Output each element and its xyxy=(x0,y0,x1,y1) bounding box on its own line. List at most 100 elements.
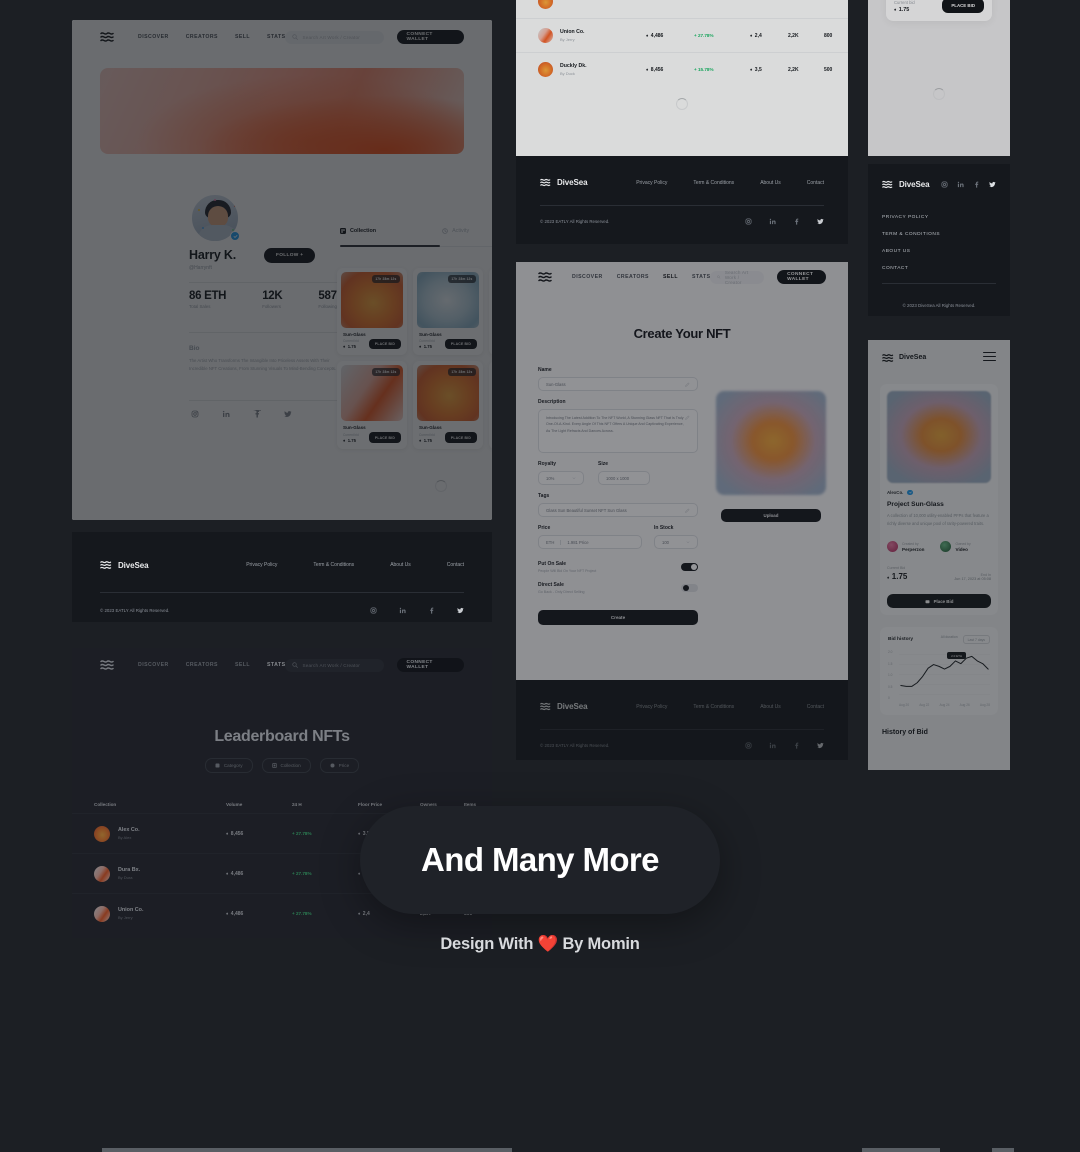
creator-row[interactable]: AlexCo. xyxy=(887,489,991,496)
footer-link-contact[interactable]: CONTACT xyxy=(882,266,996,271)
nft-card[interactable]: 17h 28m 12s Sun-Glass Current bid1.75PLA… xyxy=(337,268,407,356)
footer-link-about[interactable]: About Us xyxy=(760,180,781,186)
place-bid-button[interactable]: PLACE BID xyxy=(368,339,401,350)
twitter-icon[interactable] xyxy=(457,607,464,614)
instagram-icon[interactable] xyxy=(745,218,752,225)
twitter-icon[interactable] xyxy=(989,181,996,188)
twitter-icon[interactable] xyxy=(817,742,824,749)
place-bid-button[interactable]: PLACE BID xyxy=(444,339,477,350)
nav-item-stats[interactable]: STATS xyxy=(692,274,710,280)
nft-card[interactable]: 17h 28m 12s Sun-Glass Current bid1.75PLA… xyxy=(337,361,407,449)
chip-category[interactable]: Category xyxy=(204,758,253,773)
footer-logo[interactable]: DiveSea xyxy=(540,178,588,187)
chip-price[interactable]: Price xyxy=(319,758,360,773)
twitter-icon[interactable] xyxy=(284,410,292,418)
table-row[interactable] xyxy=(516,0,848,18)
pencil-icon[interactable] xyxy=(685,507,690,513)
col-collection[interactable]: Collection xyxy=(94,802,226,807)
facebook-icon[interactable] xyxy=(793,218,800,225)
hamburger-icon[interactable] xyxy=(983,352,996,364)
footer-link-terms[interactable]: Term & Conditions xyxy=(693,180,734,186)
place-bid-button[interactable]: PLACE BID xyxy=(942,0,984,13)
search-input[interactable]: Search Art Work / Creator xyxy=(285,658,384,672)
direct-sale-toggle[interactable] xyxy=(681,583,698,593)
wave-logo-icon[interactable] xyxy=(100,31,116,43)
nav-item-creators[interactable]: CREATORS xyxy=(186,662,218,668)
royalty-select[interactable]: 10% xyxy=(538,471,584,485)
put-on-sale-toggle[interactable] xyxy=(681,562,698,572)
facebook-icon[interactable] xyxy=(973,181,980,188)
footer-link-contact[interactable]: Contact xyxy=(807,180,824,186)
stock-select[interactable]: 100 xyxy=(654,535,698,549)
create-button[interactable]: Create xyxy=(538,610,698,625)
tab-activity[interactable]: Activity xyxy=(442,228,469,234)
nav-item-creators[interactable]: CREATORS xyxy=(617,274,649,280)
footer-link-terms[interactable]: Term & Conditions xyxy=(313,562,354,568)
footer-link-about[interactable]: ABOUT US xyxy=(882,249,996,254)
pencil-icon[interactable] xyxy=(685,415,690,420)
facebook-icon[interactable] xyxy=(428,607,435,614)
place-bid-button[interactable]: Place Bid xyxy=(887,594,991,609)
facebook-icon[interactable] xyxy=(253,410,261,418)
nav-item-sell[interactable]: SELL xyxy=(235,662,250,668)
mobile-logo[interactable]: DiveSea xyxy=(882,353,926,363)
facebook-icon[interactable] xyxy=(793,742,800,749)
description-field[interactable]: Introducing The Latest Addition To The N… xyxy=(538,409,698,453)
range-all[interactable]: All duration xyxy=(941,635,958,644)
linkedin-icon[interactable] xyxy=(222,410,230,418)
instagram-icon[interactable] xyxy=(370,607,377,614)
nft-card[interactable]: 17h 28m 12s Sun-Glass Current bid1.75PLA… xyxy=(489,268,492,356)
instagram-icon[interactable] xyxy=(941,181,948,188)
footer-link-privacy[interactable]: Privacy Policy xyxy=(246,562,277,568)
wave-logo-icon[interactable] xyxy=(100,659,116,671)
linkedin-icon[interactable] xyxy=(769,218,776,225)
nav-item-sell[interactable]: SELL xyxy=(235,34,250,40)
price-currency[interactable]: ETH xyxy=(546,539,562,545)
linkedin-icon[interactable] xyxy=(769,742,776,749)
follow-button[interactable]: FOLLOW + xyxy=(264,248,316,263)
owner-card[interactable]: Owned by Video xyxy=(940,541,971,553)
footer-link-contact[interactable]: Contact xyxy=(807,704,824,710)
avatar[interactable] xyxy=(189,192,241,244)
instagram-icon[interactable] xyxy=(745,742,752,749)
table-row[interactable]: Duckly Dk. By Duck 8,456 + 15.78% 3,5 2,2… xyxy=(516,52,848,86)
nav-item-stats[interactable]: STATS xyxy=(267,34,285,40)
instagram-icon[interactable] xyxy=(191,410,199,418)
nav-item-stats[interactable]: STATS xyxy=(267,662,285,668)
nav-item-creators[interactable]: CREATORS xyxy=(186,34,218,40)
nav-item-sell[interactable]: SELL xyxy=(663,274,678,280)
connect-wallet-button[interactable]: CONNECT WALLET xyxy=(396,30,464,44)
range-selected[interactable]: Last 7 days xyxy=(962,635,990,645)
price-field[interactable]: ETH 1.981 Price xyxy=(538,535,642,549)
footer-link-terms[interactable]: TERM & CONDITIONS xyxy=(882,232,996,237)
upload-button[interactable]: Upload xyxy=(721,509,821,522)
pencil-icon[interactable] xyxy=(685,381,690,387)
search-input[interactable]: Search Art Work / Creator xyxy=(285,30,384,44)
footer-link-about[interactable]: About Us xyxy=(390,562,411,568)
nav-item-discover[interactable]: DISCOVER xyxy=(572,274,603,280)
place-bid-button[interactable]: PLACE BID xyxy=(368,432,401,443)
footer-link-terms[interactable]: Term & Conditions xyxy=(693,704,734,710)
linkedin-icon[interactable] xyxy=(957,181,964,188)
tab-collection[interactable]: Collection xyxy=(340,228,376,234)
tags-field[interactable]: Glass Sun Beautiful Sunset NFT Sun Glass xyxy=(538,503,698,517)
twitter-icon[interactable] xyxy=(817,218,824,225)
name-field[interactable]: Sun-Glass xyxy=(538,377,698,391)
size-field[interactable]: 1000 x 1000 xyxy=(598,471,650,485)
footer-link-privacy[interactable]: Privacy Policy xyxy=(636,180,667,186)
connect-wallet-button[interactable]: CONNECT WALLET xyxy=(396,658,464,672)
footer-logo[interactable]: DiveSea xyxy=(100,560,149,570)
footer-link-privacy[interactable]: Privacy Policy xyxy=(636,704,667,710)
footer-logo[interactable]: DiveSea xyxy=(882,180,930,189)
wave-logo-icon[interactable] xyxy=(538,271,554,283)
nft-card[interactable]: 17h 28m 12s Sun-Glass Current bid1.75PLA… xyxy=(413,268,483,356)
search-input[interactable]: Search Art Work / Creator xyxy=(710,270,765,285)
connect-wallet-button[interactable]: CONNECT WALLET xyxy=(777,270,826,284)
col-volume[interactable]: Volume xyxy=(226,802,292,807)
nft-card[interactable]: 17h 28m 12s Sun-Glass Current bid1.75PLA… xyxy=(413,361,483,449)
place-bid-button[interactable]: PLACE BID xyxy=(444,432,477,443)
footer-logo[interactable]: DiveSea xyxy=(540,702,588,711)
nav-item-discover[interactable]: DISCOVER xyxy=(138,662,169,668)
table-row[interactable]: Union Co. By Jerry 4,486 + 27.78% 2,4 2,2… xyxy=(516,18,848,52)
nav-item-discover[interactable]: DISCOVER xyxy=(138,34,169,40)
